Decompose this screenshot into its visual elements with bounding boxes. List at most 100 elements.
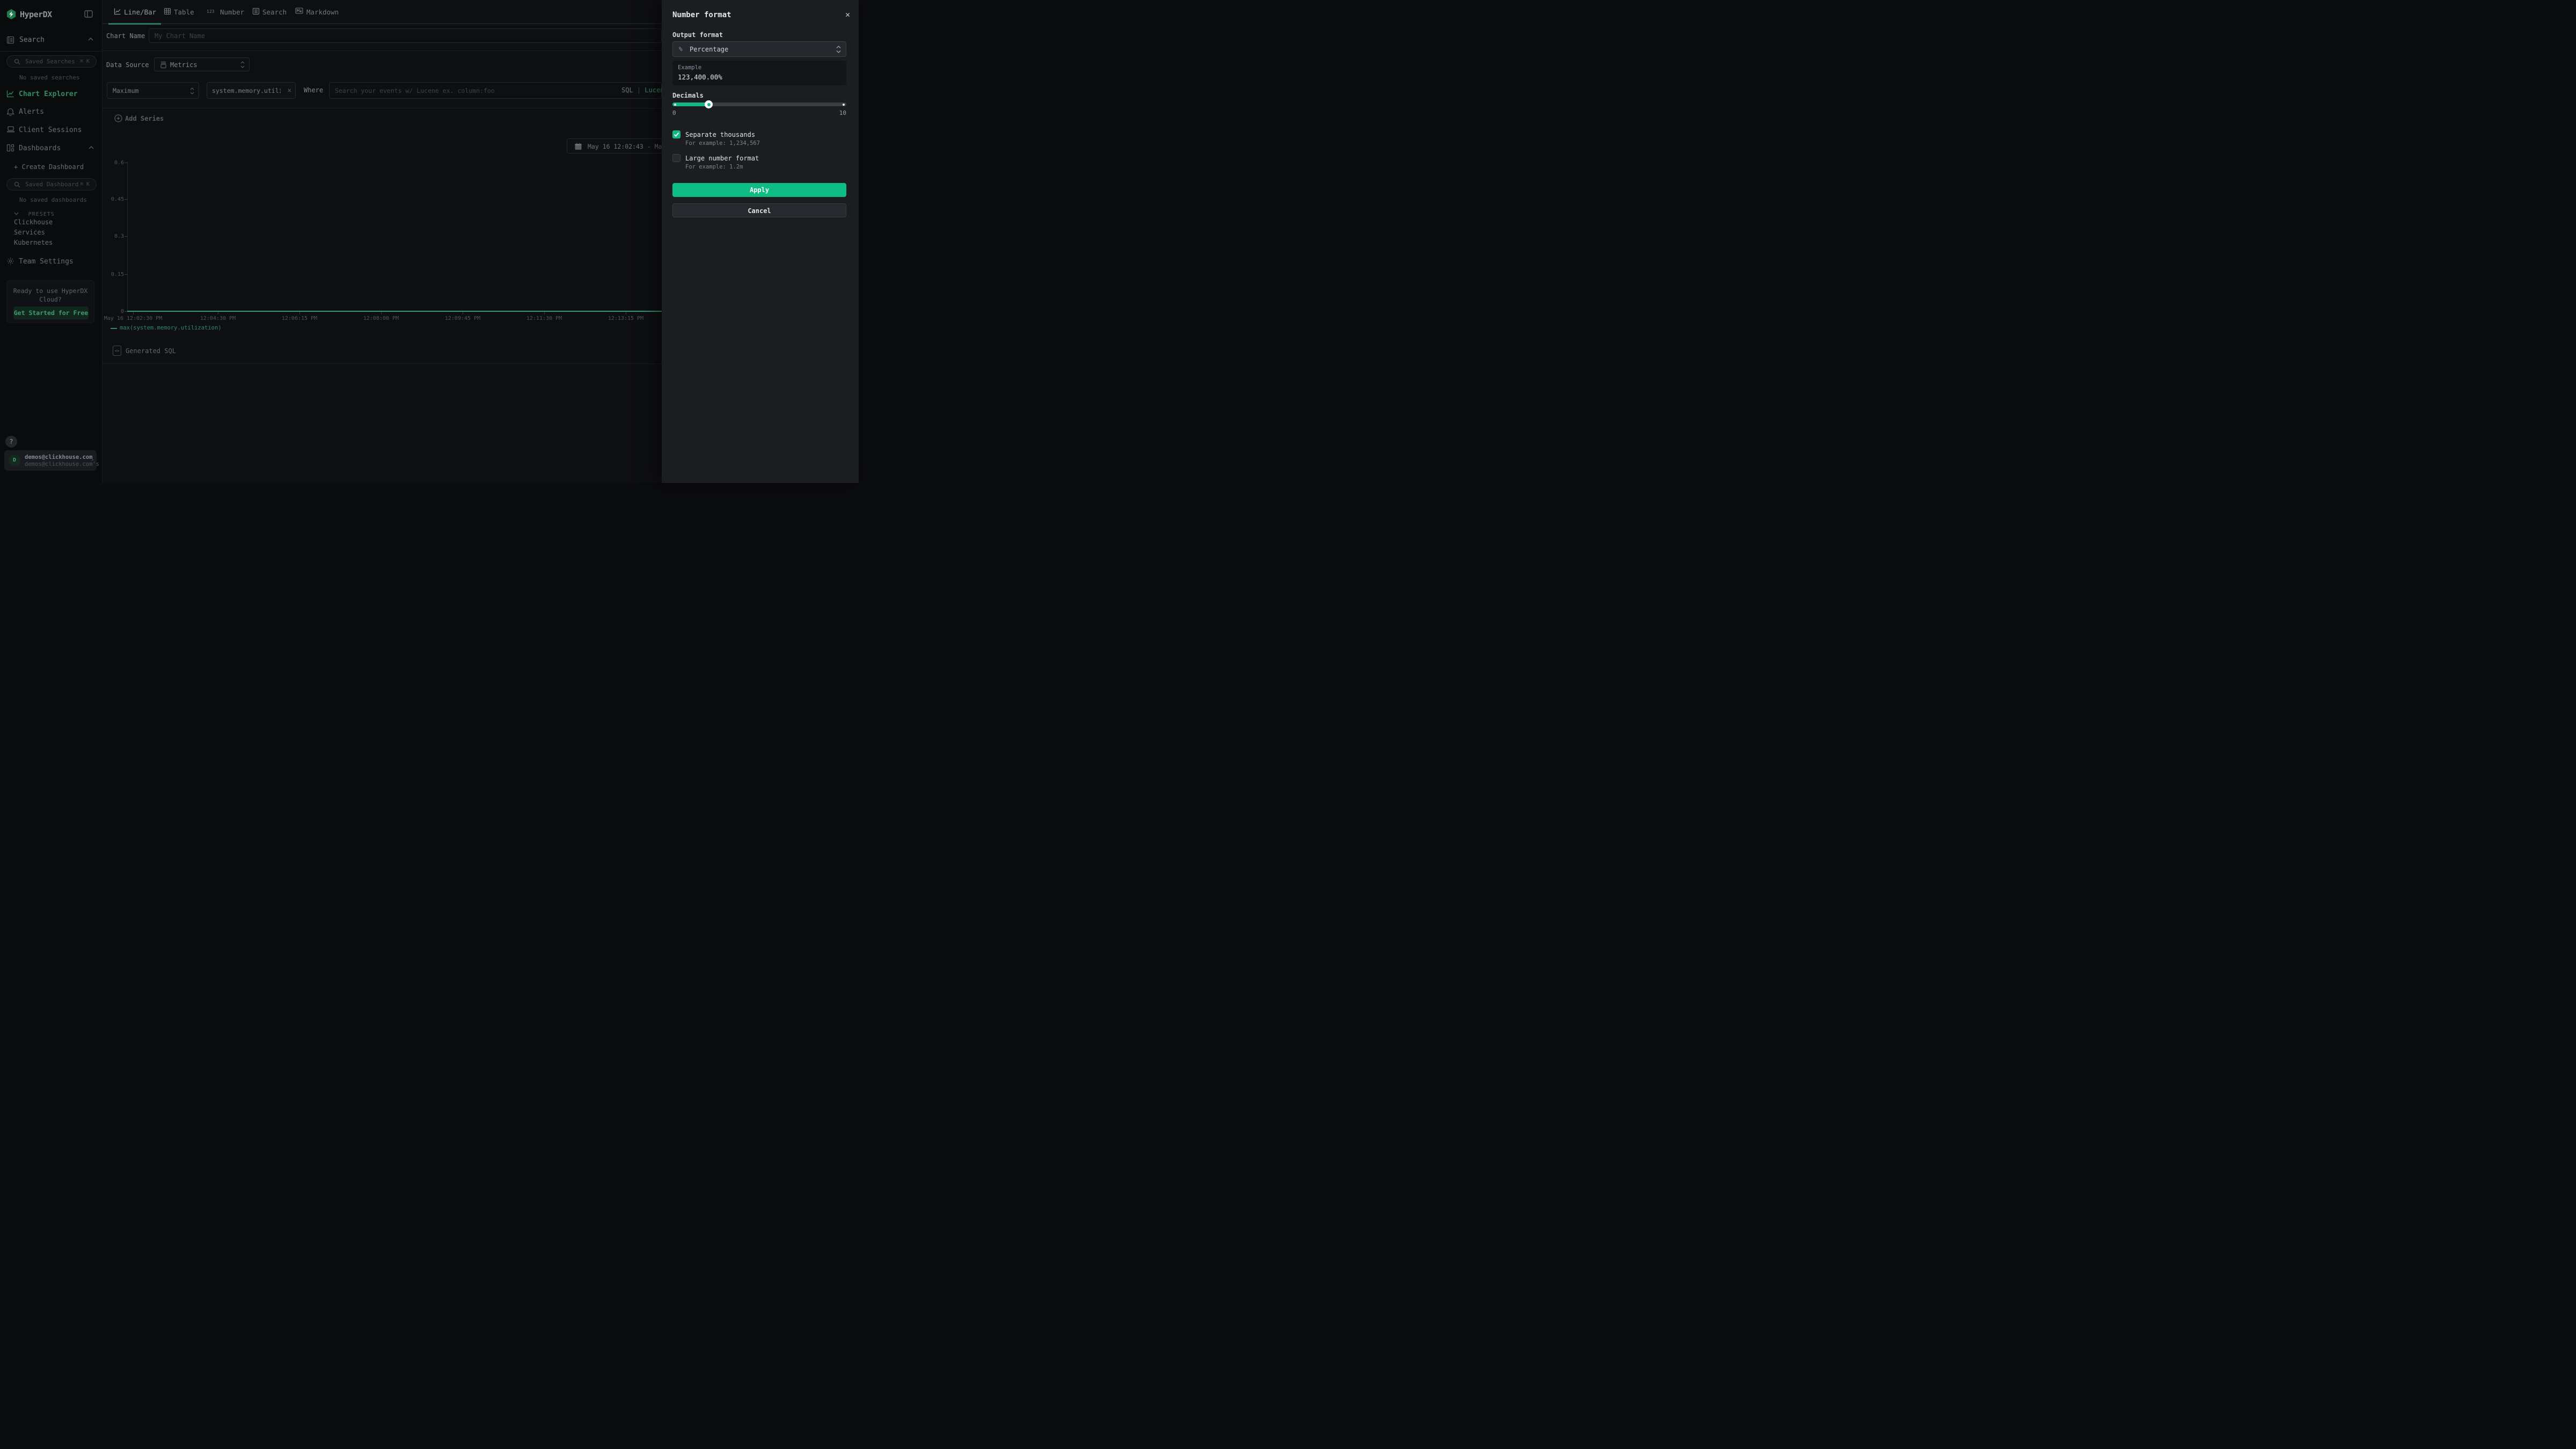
separate-thousands-label[interactable]: Separate thousands xyxy=(685,131,755,138)
sidebar-collapse-icon[interactable] xyxy=(84,10,93,18)
output-format-value: Percentage xyxy=(690,46,728,53)
data-source-value: Metrics xyxy=(170,61,197,69)
sidebar-item-chart-explorer[interactable]: Chart Explorer xyxy=(0,89,103,100)
search-section-icon xyxy=(6,36,14,44)
decimals-label: Decimals xyxy=(672,92,704,99)
search-icon xyxy=(14,58,20,65)
aggregation-value: Maximum xyxy=(113,87,138,94)
chart-explorer-icon xyxy=(6,90,14,98)
add-series-button[interactable]: Add Series xyxy=(114,114,122,124)
search-icon xyxy=(14,181,20,188)
get-started-button[interactable]: Get Started for Free xyxy=(13,306,89,319)
plus-circle-icon xyxy=(114,114,122,122)
saved-dashboards-search[interactable]: ⌘ K xyxy=(6,178,97,191)
series-line-memory-utilization xyxy=(127,311,662,312)
updown-chevrons-icon xyxy=(836,46,841,53)
table-icon xyxy=(164,8,171,15)
x-tick-label: 12:06:15 PM xyxy=(267,316,332,321)
chart-name-label: Chart Name xyxy=(106,32,145,40)
y-tick-label: 0.6 xyxy=(108,160,124,166)
data-source-label: Data Source xyxy=(106,61,149,69)
chevron-up-icon[interactable] xyxy=(88,38,93,41)
legend-label[interactable]: max(system.memory.utilization) xyxy=(120,325,222,331)
date-range-picker[interactable]: May 16 12:02:43 - Ma xyxy=(567,138,662,153)
decimals-min-label: 0 xyxy=(672,109,676,116)
cloud-promo-card: Ready to use HyperDX Cloud? Get Started … xyxy=(6,280,94,323)
example-box: Example 123,400.00% xyxy=(672,61,846,85)
app-title: HyperDX xyxy=(20,10,52,19)
sidebar: HyperDX Search ⌘ K No saved searches Cha… xyxy=(0,0,103,483)
chart-name-input[interactable] xyxy=(149,28,662,43)
slider-thumb[interactable] xyxy=(705,100,713,108)
example-value: 123,400.00% xyxy=(678,73,722,81)
saved-searches-input[interactable] xyxy=(25,56,79,67)
preset-services[interactable]: Services xyxy=(14,229,45,236)
metric-tag[interactable]: system.memory.utiliza ✕ xyxy=(207,82,296,99)
user-email: demos@clickhouse.com xyxy=(25,454,92,460)
remove-metric-icon[interactable]: ✕ xyxy=(288,86,291,94)
large-number-format-example: For example: 1.2m xyxy=(685,164,743,170)
check-icon xyxy=(672,130,680,138)
shortcut-badge: ⌘ K xyxy=(80,181,90,187)
example-label: Example xyxy=(678,64,701,71)
saved-dashboards-input[interactable] xyxy=(25,179,79,189)
chart-type-tabbar: Line/Bar Table 123 Number Search Markdow… xyxy=(103,0,662,24)
toggle-divider: | xyxy=(637,86,641,94)
x-tick-label: 12:13:15 PM xyxy=(594,316,658,321)
apply-button[interactable]: Apply xyxy=(672,183,846,197)
separate-thousands-checkbox[interactable] xyxy=(672,130,680,138)
create-dashboard-button[interactable]: + Create Dashboard xyxy=(14,163,84,171)
code-icon: <> xyxy=(113,346,121,356)
presets-toggle[interactable]: PRESETS xyxy=(14,208,55,218)
cloud-promo-line2: Cloud? xyxy=(7,296,94,303)
cloud-promo-line1: Ready to use HyperDX xyxy=(7,287,94,295)
preset-kubernetes[interactable]: Kubernetes xyxy=(14,239,53,246)
lucene-option[interactable]: Lucene xyxy=(645,86,662,94)
updown-chevrons-icon xyxy=(240,61,245,68)
y-tick-label: 0.45 xyxy=(108,196,124,202)
output-format-label: Output format xyxy=(672,31,723,39)
date-range-value: May 16 12:02:43 - Ma xyxy=(588,143,662,150)
shortcut-badge: ⌘ K xyxy=(80,58,90,64)
calendar-icon xyxy=(575,143,582,150)
markdown-icon xyxy=(295,8,303,14)
large-number-format-checkbox[interactable] xyxy=(672,154,680,162)
main-content: Line/Bar Table 123 Number Search Markdow… xyxy=(103,0,662,483)
sidebar-item-dashboards[interactable]: Dashboards xyxy=(0,143,103,155)
add-series-label: Add Series xyxy=(125,115,164,122)
y-tick-label: 0.3 xyxy=(108,233,124,239)
large-number-format-label[interactable]: Large number format xyxy=(685,155,759,162)
search-list-icon xyxy=(252,8,260,15)
aggregation-select[interactable]: Maximum xyxy=(107,82,199,99)
y-tick-label: 0 xyxy=(108,309,124,314)
decimals-slider[interactable] xyxy=(672,103,846,106)
sidebar-item-team-settings[interactable]: Team Settings xyxy=(0,256,103,268)
sidebar-item-client-sessions[interactable]: Client Sessions xyxy=(0,125,103,136)
user-menu[interactable]: D demos@clickhouse.com demos@clickhouse.… xyxy=(4,450,97,471)
number-123-icon: 123 xyxy=(207,9,214,14)
slider-max-dot xyxy=(843,104,845,106)
x-tick-label: 12:09:45 PM xyxy=(430,316,495,321)
where-input[interactable] xyxy=(329,82,662,99)
saved-searches-search[interactable]: ⌘ K xyxy=(6,55,97,68)
output-format-select[interactable]: % Percentage xyxy=(672,41,846,57)
help-button[interactable]: ? xyxy=(5,436,17,448)
query-language-toggle[interactable]: SQL | Lucene xyxy=(621,86,662,94)
slider-min-dot xyxy=(674,104,676,106)
close-icon[interactable]: ✕ xyxy=(845,10,850,19)
x-tick-label: 12:08:00 PM xyxy=(349,316,413,321)
dashboards-icon xyxy=(6,144,14,152)
y-tick-label: 0.15 xyxy=(108,272,124,277)
x-tick-label: 12:11:30 PM xyxy=(512,316,576,321)
number-format-panel: Number format ✕ Output format % Percenta… xyxy=(662,0,859,483)
cancel-button[interactable]: Cancel xyxy=(672,203,846,217)
percent-icon: % xyxy=(679,46,683,53)
sidebar-section-search[interactable]: Search xyxy=(19,36,45,44)
data-source-select[interactable]: Metrics xyxy=(154,57,250,71)
separate-thousands-example: For example: 1,234,567 xyxy=(685,140,760,147)
sql-option[interactable]: SQL xyxy=(621,86,633,94)
sidebar-item-alerts[interactable]: Alerts xyxy=(0,106,103,118)
x-tick-label: 12:04:30 PM xyxy=(186,316,250,321)
active-tab-underline xyxy=(108,23,161,25)
preset-clickhouse[interactable]: Clickhouse xyxy=(14,218,53,226)
